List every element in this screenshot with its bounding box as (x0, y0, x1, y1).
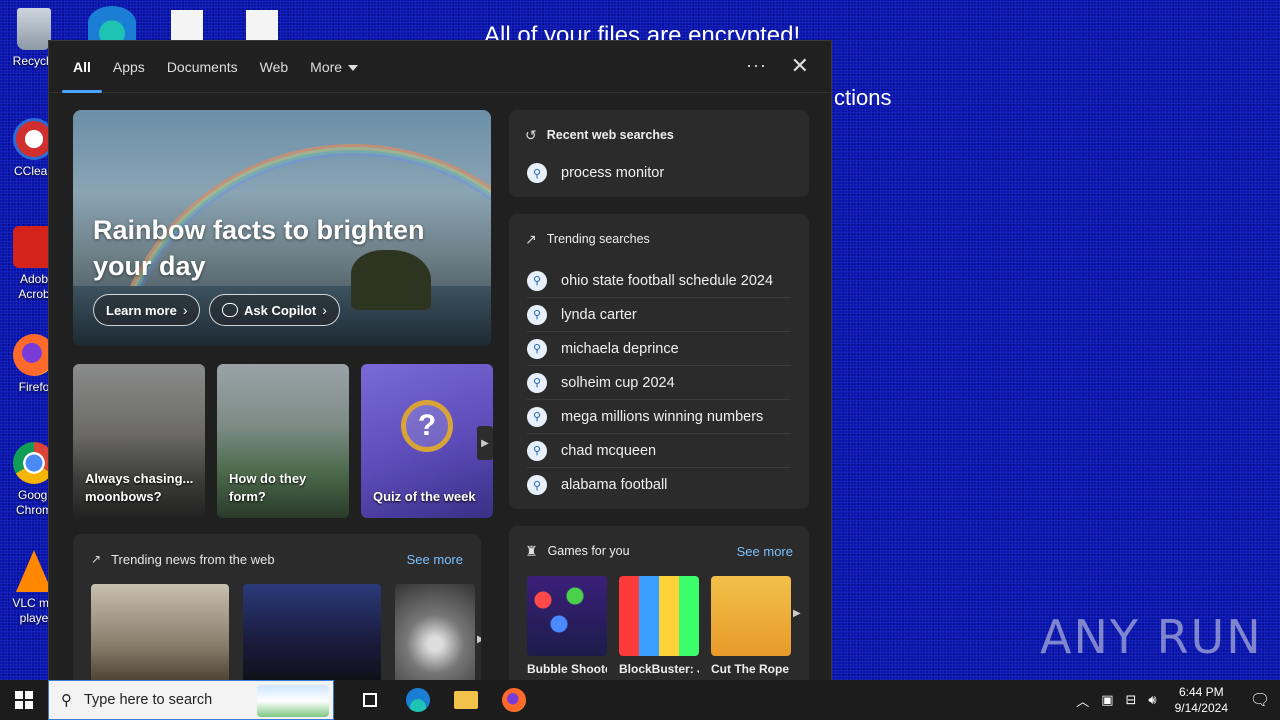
task-view-button[interactable] (346, 680, 394, 720)
trending-arrow-icon: ↗ (91, 552, 102, 566)
vlc-icon (16, 550, 52, 592)
watermark-text: ANY RUN (1040, 610, 1263, 664)
chevron-right-icon: › (182, 302, 188, 318)
tab-more[interactable]: More (299, 41, 369, 93)
carousel-next-button[interactable]: ▶ (477, 634, 481, 664)
folder-icon (454, 691, 478, 709)
chat-bubble-icon (222, 303, 238, 317)
trending-search-item[interactable]: ⚲ ohio state football schedule 2024 (527, 264, 791, 298)
taskbar-explorer-button[interactable] (442, 680, 490, 720)
see-more-link[interactable]: See more (737, 544, 793, 559)
recent-search-item[interactable]: ⚲ process monitor (527, 156, 791, 190)
ask-copilot-button[interactable]: Ask Copilot › (209, 294, 340, 326)
hero-title: Rainbow facts to brighten your day (93, 215, 425, 281)
task-view-icon (363, 693, 377, 707)
story-card[interactable]: How do they form? (217, 364, 349, 518)
news-image[interactable] (243, 584, 381, 680)
tab-all[interactable]: All (62, 41, 102, 93)
search-icon: ⚲ (527, 475, 547, 495)
news-image[interactable] (91, 584, 229, 680)
search-icon: ⚲ (527, 440, 547, 461)
taskbar-search-box[interactable]: ⚲ Type here to search (48, 680, 334, 720)
search-icon: ⚲ (527, 304, 547, 325)
game-tile[interactable]: BlockBuster: Jewel (619, 576, 699, 676)
hero-card[interactable]: Rainbow facts to brighten your day Learn… (73, 110, 491, 346)
recent-searches-card: ↺ Recent web searches ⚲ process monitor (509, 110, 809, 197)
search-icon: ⚲ (527, 372, 547, 393)
start-button[interactable] (0, 680, 48, 720)
windows-logo-icon (15, 691, 33, 709)
game-art (527, 576, 607, 656)
tab-apps[interactable]: Apps (102, 41, 156, 93)
search-tabs-bar: All Apps Documents Web More ··· ✕ (49, 41, 831, 93)
game-art (619, 576, 699, 656)
magnifier-icon: ? (401, 400, 453, 452)
clock-time: 6:44 PM (1178, 685, 1224, 699)
news-image[interactable] (395, 584, 475, 680)
taskbar-firefox-button[interactable] (490, 680, 538, 720)
carousel-next-button[interactable]: ▶ (477, 426, 493, 460)
learn-more-button[interactable]: Learn more › (93, 294, 201, 326)
desktop-icon-file-1[interactable] (171, 10, 203, 40)
clock[interactable]: 6:44 PM 9/14/2024 (1175, 684, 1228, 716)
game-tile[interactable]: Cut The Rope (711, 576, 791, 676)
close-button[interactable]: ✕ (791, 53, 809, 79)
story-card[interactable]: ? Quiz of the week (361, 364, 493, 518)
recycle-bin-icon (17, 8, 51, 50)
ransom-instructions-text: ctions (834, 85, 892, 110)
more-options-button[interactable]: ··· (746, 55, 767, 76)
trending-arrow-icon: ↗ (525, 230, 537, 247)
history-icon: ↺ (525, 126, 537, 143)
trending-search-item[interactable]: ⚲ alabama football (527, 468, 791, 502)
search-icon: ⚲ (527, 270, 547, 291)
system-tray: ︿ ▣ ⊟ 🔊︎ 6:44 PM 9/14/2024 🗨︎ (1070, 680, 1280, 720)
trending-search-item[interactable]: ⚲ solheim cup 2024 (527, 366, 791, 400)
trending-news-card: ↗ Trending news from the web See more ▶ (73, 534, 481, 680)
anyrun-watermark: ANY RUN (1040, 610, 1263, 664)
trending-search-item[interactable]: ⚲ mega millions winning numbers (527, 400, 791, 434)
search-icon: ⚲ (527, 163, 547, 183)
search-placeholder: Type here to search (84, 692, 213, 708)
notification-icon[interactable]: 🗨︎ (1240, 690, 1280, 710)
tab-web[interactable]: Web (249, 41, 300, 93)
search-icon: ⚲ (61, 692, 72, 709)
chevron-right-icon: › (322, 302, 327, 318)
desktop-icon-edge[interactable] (88, 6, 136, 40)
see-more-link[interactable]: See more (407, 552, 463, 567)
desktop-icon-file-2[interactable] (246, 10, 278, 40)
chevron-up-icon[interactable]: ︿ (1076, 691, 1089, 710)
carousel-next-button[interactable]: ▶ (793, 608, 807, 638)
taskbar-edge-button[interactable] (394, 680, 442, 720)
taskbar: ⚲ Type here to search ︿ ▣ ⊟ 🔊︎ 6:44 PM 9… (0, 680, 1280, 720)
search-highlight-image (257, 685, 329, 717)
firefox-icon (502, 688, 526, 712)
game-tile[interactable]: Bubble Shooter HD (527, 576, 607, 676)
clock-date: 9/14/2024 (1174, 701, 1228, 715)
volume-icon[interactable]: 🔊︎ (1148, 692, 1156, 708)
tab-documents[interactable]: Documents (156, 41, 249, 93)
game-art (711, 576, 791, 656)
edge-icon (406, 688, 430, 712)
trending-search-item[interactable]: ⚲ chad mcqueen (527, 434, 791, 468)
trending-search-item[interactable]: ⚲ lynda carter (527, 298, 791, 332)
network-icon[interactable]: ⊟ (1126, 692, 1137, 708)
search-icon: ⚲ (527, 338, 547, 359)
game-pieces-icon: ♜ (525, 542, 538, 559)
caret-down-icon (348, 64, 359, 71)
story-card[interactable]: Always chasing... moonbows? (73, 364, 205, 518)
search-panel: All Apps Documents Web More ··· ✕ Rainbo… (48, 40, 832, 680)
device-icon[interactable]: ▣ (1101, 692, 1113, 708)
games-card: ♜ Games for you See more Bubble Shooter … (509, 526, 809, 680)
trending-search-item[interactable]: ⚲ michaela deprince (527, 332, 791, 366)
search-icon: ⚲ (527, 406, 547, 427)
trending-searches-card: ↗ Trending searches ⚲ ohio state football… (509, 214, 809, 509)
